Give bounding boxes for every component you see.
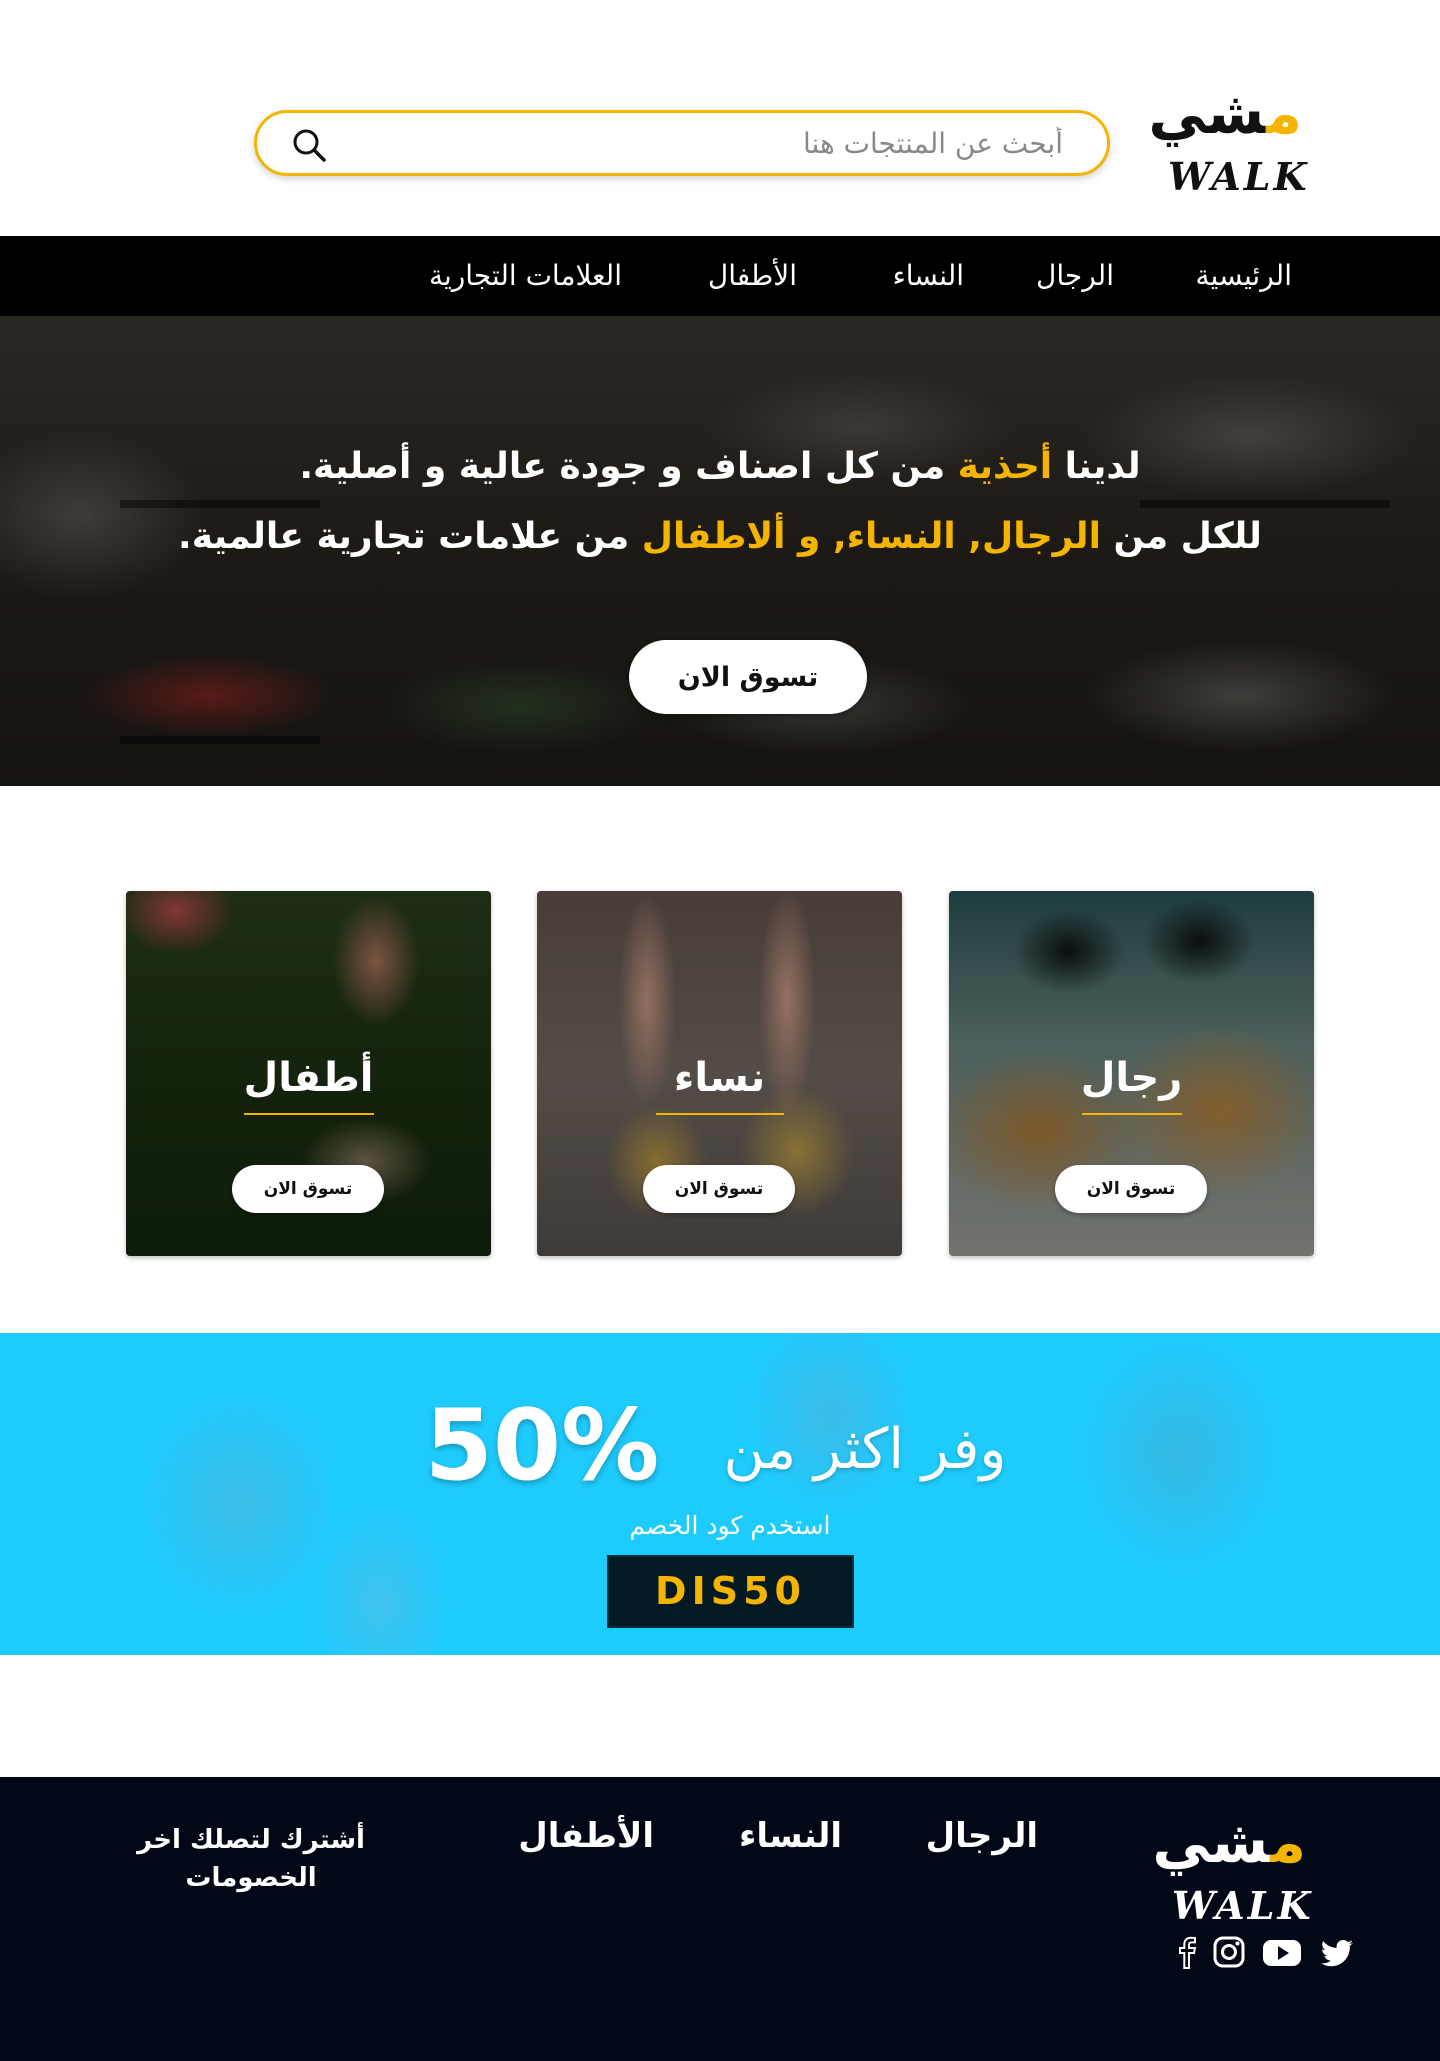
hero-highlight: أحذية bbox=[957, 446, 1053, 487]
category-card-kids[interactable]: أطفال تسوق الان bbox=[126, 891, 491, 1256]
hero-shelf bbox=[1140, 500, 1390, 508]
nav-item-men[interactable]: الرجال bbox=[1036, 254, 1114, 298]
subscribe-link[interactable]: أشترك لتصلك اخر الخصومات bbox=[116, 1821, 386, 1897]
category-card-men[interactable]: رجال تسوق الان bbox=[949, 891, 1314, 1256]
logo-arabic: مشي bbox=[1148, 79, 1302, 147]
hero-headline-line2: للكل من الرجال, النساء, و ألاطفال من علا… bbox=[178, 516, 1262, 557]
nav-item-women[interactable]: النساء bbox=[893, 254, 964, 298]
search-input[interactable] bbox=[363, 121, 1063, 165]
logo-arabic: مشي bbox=[1152, 1808, 1306, 1876]
logo-english: WALK bbox=[1172, 1883, 1314, 1928]
facebook-icon[interactable] bbox=[1170, 1935, 1204, 1969]
discount-code-label: استخدم كود الخصم bbox=[629, 1511, 831, 1540]
footer-link-kids[interactable]: الأطفال bbox=[518, 1813, 654, 1859]
category-title: نساء bbox=[673, 1055, 766, 1101]
title-underline bbox=[1081, 1113, 1182, 1115]
search-bar bbox=[254, 110, 1110, 176]
hero-shelf bbox=[120, 736, 320, 744]
shop-now-button[interactable]: تسوق الان bbox=[643, 1165, 795, 1213]
discount-headline: وفر اكثر من bbox=[723, 1417, 1007, 1482]
title-underline bbox=[655, 1113, 784, 1115]
footer-link-men[interactable]: الرجال bbox=[926, 1813, 1038, 1859]
footer-link-women[interactable]: النساء bbox=[739, 1813, 842, 1859]
footer-logo[interactable]: مشي WALK bbox=[1152, 1807, 1314, 1935]
search-icon[interactable] bbox=[289, 125, 329, 165]
hero-shelf bbox=[120, 500, 320, 508]
main-nav: الرئيسية الرجال النساء الأطفال العلامات … bbox=[0, 236, 1440, 316]
logo-accent-letter: م bbox=[1266, 79, 1302, 147]
logo-english: WALK bbox=[1168, 154, 1310, 199]
category-title: أطفال bbox=[243, 1055, 374, 1101]
discount-percent: 50% bbox=[424, 1389, 660, 1503]
category-title: رجال bbox=[1080, 1055, 1183, 1101]
logo-accent-letter: م bbox=[1270, 1808, 1306, 1876]
brand-logo[interactable]: مشي WALK bbox=[1148, 78, 1310, 206]
category-card-women[interactable]: نساء تسوق الان bbox=[537, 891, 902, 1256]
instagram-icon[interactable] bbox=[1212, 1935, 1246, 1969]
site-footer: مشي WALK الرجال النساء الأطفال أشترك لتص… bbox=[0, 1777, 1440, 2061]
discount-banner: 50% وفر اكثر من استخدم كود الخصم DIS50 bbox=[0, 1333, 1440, 1655]
nav-item-home[interactable]: الرئيسية bbox=[1196, 254, 1292, 298]
shop-now-button[interactable]: تسوق الان bbox=[232, 1165, 384, 1213]
hero-shop-now-button[interactable]: تسوق الان bbox=[629, 640, 867, 714]
nav-item-kids[interactable]: الأطفال bbox=[708, 254, 797, 298]
twitter-icon[interactable] bbox=[1320, 1939, 1354, 1973]
nav-item-brands[interactable]: العلامات التجارية bbox=[429, 254, 622, 298]
discount-code[interactable]: DIS50 bbox=[607, 1555, 854, 1628]
title-underline bbox=[243, 1113, 374, 1115]
shop-now-button[interactable]: تسوق الان bbox=[1055, 1165, 1207, 1213]
hero-banner: لدينا أحذية من كل اصناف و جودة عالية و أ… bbox=[0, 316, 1440, 786]
site-header: مشي WALK bbox=[0, 0, 1440, 236]
hero-highlight: الرجال, النساء, و ألاطفال bbox=[641, 516, 1101, 557]
youtube-icon[interactable] bbox=[1262, 1935, 1302, 1969]
hero-headline-line1: لدينا أحذية من كل اصناف و جودة عالية و أ… bbox=[299, 446, 1141, 487]
